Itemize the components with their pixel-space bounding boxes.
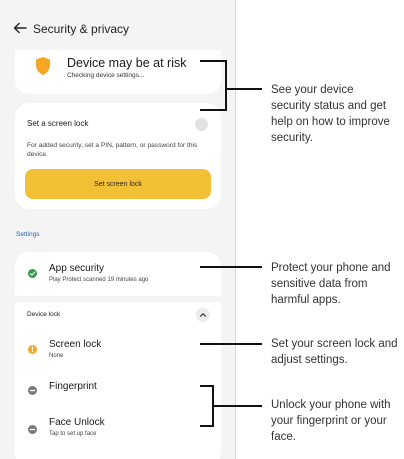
callout-app-security: Protect your phone and sensitive data fr… xyxy=(271,262,391,306)
callout-security-status: See your device security status and get … xyxy=(271,84,390,144)
callout-screen-lock: Set your screen lock and adjust settings… xyxy=(271,338,398,366)
callout-lines xyxy=(200,60,262,427)
callout-biometrics: Unlock your phone with your fingerprint … xyxy=(271,399,391,443)
